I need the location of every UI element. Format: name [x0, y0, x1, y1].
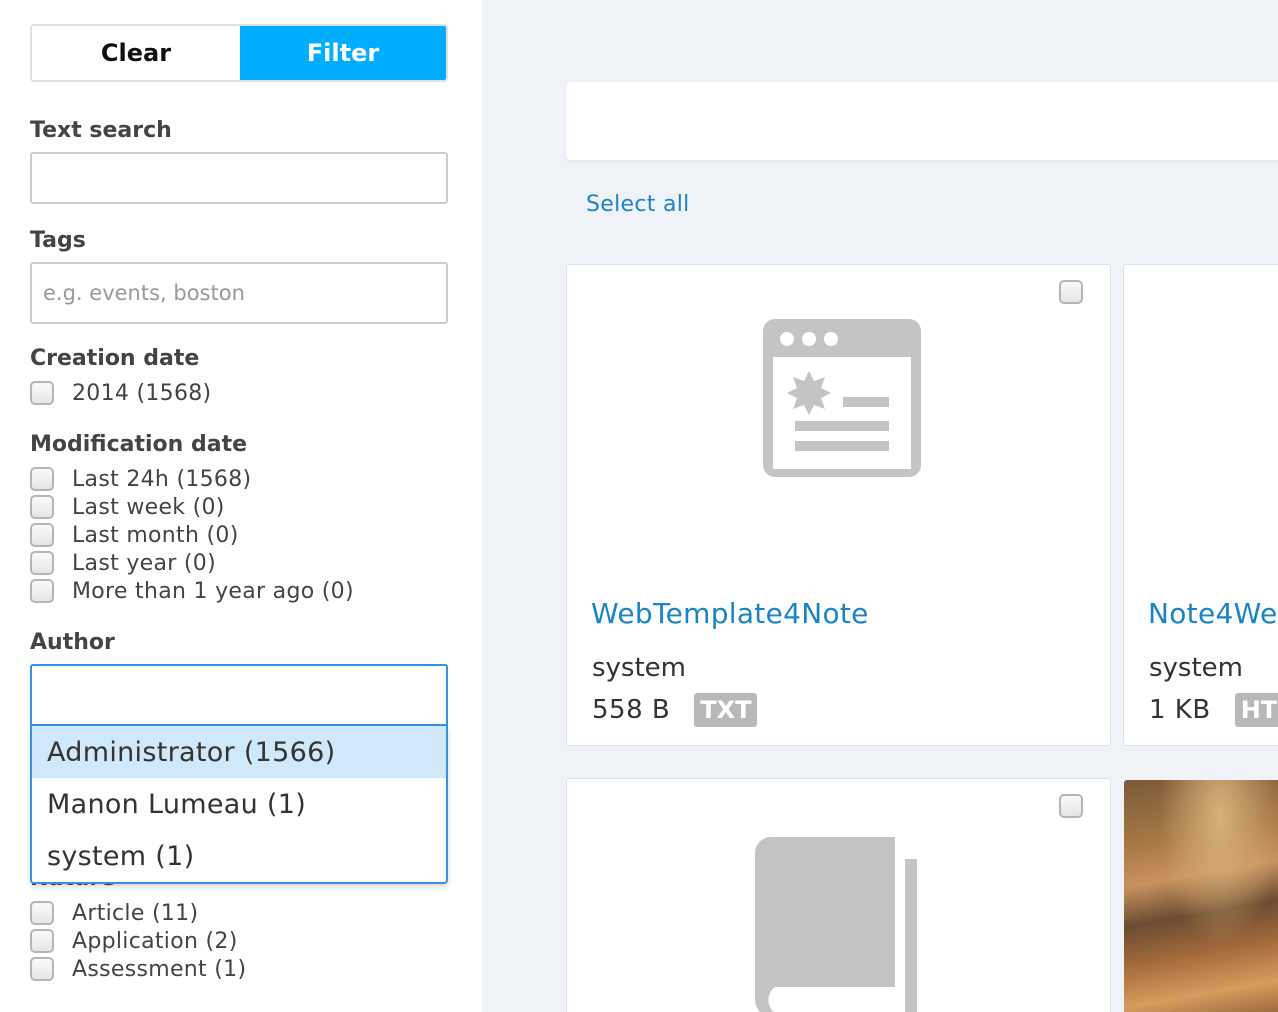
author-input[interactable]: [30, 664, 448, 726]
checkbox[interactable]: [30, 901, 54, 925]
card-checkbox[interactable]: [1059, 280, 1083, 304]
book-icon: [755, 837, 917, 1012]
nature-option[interactable]: Application (2): [30, 927, 238, 955]
modification-date-option[interactable]: Last 24h (1568): [30, 465, 251, 493]
file-size: 1 KB: [1149, 695, 1211, 725]
document-card[interactable]: [566, 778, 1111, 1012]
card-title[interactable]: Note4Web: [1148, 597, 1278, 630]
option-label: Application (2): [72, 928, 238, 954]
creation-date-option[interactable]: 2014 (1568): [30, 379, 211, 407]
author-suggestion[interactable]: Administrator (1566): [32, 726, 446, 778]
author-suggestion[interactable]: system (1): [32, 830, 446, 882]
text-search-label: Text search: [30, 118, 172, 143]
select-all-link[interactable]: Select all: [586, 192, 690, 217]
card-checkbox[interactable]: [1059, 794, 1083, 818]
checkbox[interactable]: [30, 467, 54, 491]
text-search-input[interactable]: [30, 152, 448, 204]
nature-option[interactable]: Assessment (1): [30, 955, 246, 983]
image-thumbnail[interactable]: [1124, 780, 1278, 1012]
filter-button-group: Clear Filter: [30, 24, 448, 82]
file-type-badge: TXT: [694, 693, 758, 727]
checkbox[interactable]: [30, 381, 54, 405]
checkbox[interactable]: [30, 523, 54, 547]
card-meta: 558 B TXT: [592, 693, 758, 727]
web-template-icon: [763, 319, 921, 477]
creation-date-label: Creation date: [30, 346, 200, 371]
tags-input[interactable]: [30, 262, 448, 324]
file-size: 558 B: [592, 695, 671, 725]
modification-date-label: Modification date: [30, 432, 248, 457]
clear-button[interactable]: Clear: [32, 26, 240, 80]
option-label: Article (11): [72, 900, 199, 926]
card-author: system: [1149, 653, 1243, 683]
file-type-badge: HTML: [1234, 693, 1278, 727]
option-label: Assessment (1): [72, 956, 247, 982]
checkbox[interactable]: [30, 551, 54, 575]
document-card[interactable]: WebTemplate4Note system 558 B TXT: [566, 264, 1111, 746]
tags-label: Tags: [30, 228, 86, 253]
author-suggestion[interactable]: Manon Lumeau (1): [32, 778, 446, 830]
option-label: Last month (0): [72, 522, 239, 548]
card-author: system: [592, 653, 686, 683]
filter-sidebar: Clear Filter Text search Tags Creation d…: [0, 0, 482, 1012]
author-label: Author: [30, 630, 115, 655]
checkbox[interactable]: [30, 929, 54, 953]
modification-date-option[interactable]: Last month (0): [30, 521, 239, 549]
results-area: Select all WebTemplate4Note system 558 B…: [482, 0, 1278, 1012]
option-label: More than 1 year ago (0): [72, 578, 354, 604]
modification-date-option[interactable]: More than 1 year ago (0): [30, 577, 354, 605]
option-label: 2014 (1568): [72, 380, 212, 406]
modification-date-option[interactable]: Last year (0): [30, 549, 216, 577]
nature-option[interactable]: Article (11): [30, 899, 198, 927]
main-search-bar[interactable]: [566, 82, 1278, 160]
author-suggestions-dropdown: Administrator (1566) Manon Lumeau (1) sy…: [30, 726, 448, 884]
card-title[interactable]: WebTemplate4Note: [591, 597, 869, 630]
filter-button[interactable]: Filter: [240, 26, 446, 80]
card-meta: 1 KB HTML: [1149, 693, 1278, 727]
option-label: Last 24h (1568): [72, 466, 252, 492]
checkbox[interactable]: [30, 579, 54, 603]
option-label: Last week (0): [72, 494, 225, 520]
checkbox[interactable]: [30, 495, 54, 519]
modification-date-option[interactable]: Last week (0): [30, 493, 225, 521]
option-label: Last year (0): [72, 550, 216, 576]
checkbox[interactable]: [30, 957, 54, 981]
document-card[interactable]: Note4Web system 1 KB HTML: [1123, 264, 1278, 746]
